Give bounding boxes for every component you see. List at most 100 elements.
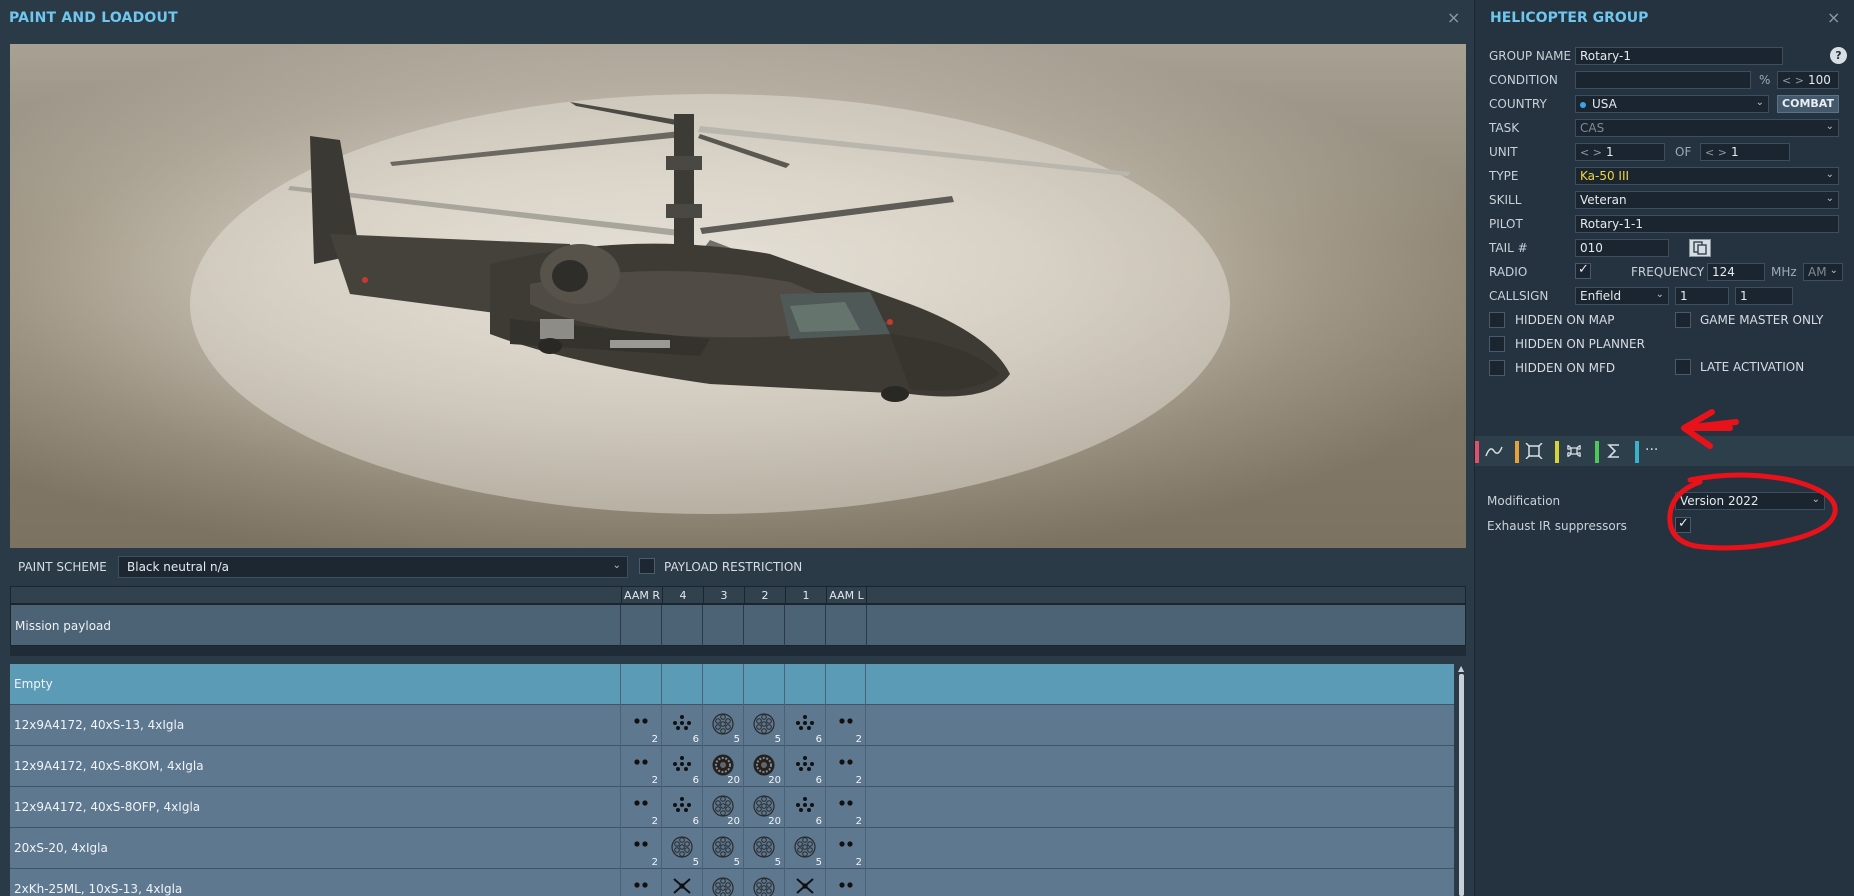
pylon-cell[interactable]: 6: [784, 705, 825, 746]
payload-row[interactable]: 20xS-20, 4xIgla 2 5 5 5 5 2: [10, 828, 1454, 869]
pylon-cell[interactable]: [620, 664, 661, 705]
pylon-cell[interactable]: [743, 664, 784, 705]
group-name-label: GROUP NAME: [1489, 49, 1572, 63]
chevron-down-icon: ⌄: [1825, 169, 1834, 180]
pilot-input[interactable]: Rotary-1-1: [1575, 215, 1839, 233]
pylon-cell[interactable]: 20: [702, 787, 743, 828]
callsign-number-2[interactable]: 1: [1735, 287, 1793, 305]
hidden-on-map-checkbox[interactable]: [1489, 312, 1505, 328]
weapon-count: 2: [855, 734, 862, 745]
mission-editor-window: PAINT AND LOADOUT × PAINT SCHEME Black n…: [0, 0, 1854, 896]
pylon-cell[interactable]: [661, 664, 702, 705]
pylon-cell[interactable]: 2: [825, 705, 866, 746]
payload-restriction-checkbox[interactable]: [639, 558, 655, 574]
skill-dropdown[interactable]: Veteran ⌄: [1575, 191, 1839, 209]
pylon-cell[interactable]: 6: [661, 705, 702, 746]
close-icon[interactable]: ×: [1827, 8, 1840, 27]
combat-button[interactable]: COMBAT: [1777, 95, 1839, 113]
pylon-cell[interactable]: 2: [825, 787, 866, 828]
tab-color-stripe: [1475, 441, 1479, 463]
hidden-on-mfd-checkbox[interactable]: [1489, 360, 1505, 376]
frequency-input[interactable]: 124: [1707, 263, 1765, 281]
payload-row[interactable]: Empty: [10, 664, 1454, 705]
pylon-cell[interactable]: 6: [661, 787, 702, 828]
tab-route[interactable]: [1475, 438, 1509, 464]
pylon-cell[interactable]: [825, 869, 866, 896]
copy-icon[interactable]: [1689, 239, 1711, 257]
chevron-down-icon: ⌄: [1655, 289, 1664, 300]
tab-more[interactable]: ···: [1635, 438, 1669, 464]
modulation-dropdown[interactable]: AM ⌄: [1803, 263, 1843, 281]
condition-spinner[interactable]: < >100: [1777, 71, 1839, 89]
pylon-cell[interactable]: 20: [743, 787, 784, 828]
mhz-unit: MHz: [1771, 265, 1797, 279]
spinner-arrows-icon[interactable]: < >: [1782, 74, 1804, 87]
tab-commands[interactable]: [1555, 438, 1589, 464]
radio-checkbox[interactable]: [1575, 262, 1591, 279]
weapon-count: 5: [774, 734, 781, 745]
weapon-missile-icon: [670, 877, 694, 895]
scrollbar-thumb[interactable]: [1459, 674, 1464, 896]
pylon-cell[interactable]: 2: [620, 787, 661, 828]
game-master-only-checkbox[interactable]: [1675, 312, 1691, 328]
tab-summary[interactable]: [1595, 438, 1629, 464]
payload-row[interactable]: 12x9A4172, 40xS-8OFP, 4xIgla 2 6 20 20 6 2: [10, 787, 1454, 828]
type-dropdown[interactable]: Ka-50 III ⌄: [1575, 167, 1839, 185]
paint-scheme-dropdown[interactable]: Black neutral n/a ⌄: [118, 556, 628, 578]
weapon-pair-icon: [629, 754, 653, 772]
weapon-rocketpod-dark-icon: [711, 754, 735, 776]
exhaust-ir-suppressors-checkbox[interactable]: [1675, 516, 1691, 533]
hidden-on-planner-checkbox[interactable]: [1489, 336, 1505, 352]
pylon-cell[interactable]: 20: [702, 746, 743, 787]
late-activation-checkbox[interactable]: [1675, 359, 1691, 375]
payload-scrollbar[interactable]: ▲: [1457, 664, 1466, 896]
pylon-cell[interactable]: 5: [702, 705, 743, 746]
pylon-cell[interactable]: [784, 869, 825, 896]
pylon-cell[interactable]: 6: [661, 746, 702, 787]
pylon-cell[interactable]: 2: [825, 746, 866, 787]
callsign-dropdown[interactable]: Enfield ⌄: [1575, 287, 1669, 305]
spinner-arrows-icon[interactable]: < >: [1580, 146, 1602, 159]
pylon-cell[interactable]: 2: [620, 746, 661, 787]
pylon-cell[interactable]: 2: [825, 828, 866, 869]
pylon-cell[interactable]: [661, 869, 702, 896]
pylon-cell[interactable]: 5: [743, 828, 784, 869]
pylon-cell[interactable]: [702, 664, 743, 705]
payload-row[interactable]: 2xKh-25ML, 10xS-13, 4xIgla: [10, 869, 1454, 896]
tab-triggers[interactable]: [1515, 438, 1549, 464]
tail-number-input[interactable]: 010: [1575, 239, 1669, 257]
task-dropdown[interactable]: CAS ⌄: [1575, 119, 1839, 137]
group-name-input[interactable]: Rotary-1: [1575, 47, 1783, 65]
pylon-cell[interactable]: 5: [743, 705, 784, 746]
pylon-cell[interactable]: [620, 869, 661, 896]
spinner-arrows-icon[interactable]: < >: [1705, 146, 1727, 159]
pylon-cell[interactable]: [784, 664, 825, 705]
pylon-cell[interactable]: [825, 664, 866, 705]
paint-scheme-row: PAINT SCHEME Black neutral n/a ⌄ PAYLOAD…: [10, 556, 1466, 578]
unit-spinner[interactable]: < >1: [1575, 143, 1665, 161]
help-icon[interactable]: ?: [1830, 47, 1847, 64]
payload-row[interactable]: 12x9A4172, 40xS-8KOM, 4xIgla 2 6 20 20 6 2: [10, 746, 1454, 787]
pylon-cell[interactable]: 2: [620, 705, 661, 746]
close-icon[interactable]: ×: [1447, 8, 1460, 27]
payload-row[interactable]: 12x9A4172, 40xS-13, 4xIgla 2 6 5 5 6 2: [10, 705, 1454, 746]
of-spinner[interactable]: < >1: [1700, 143, 1790, 161]
weapon-count: 20: [727, 816, 740, 827]
weapon-count: 20: [768, 816, 781, 827]
game-master-only-label: GAME MASTER ONLY: [1700, 313, 1824, 327]
pylon-cell[interactable]: 2: [620, 828, 661, 869]
modification-dropdown[interactable]: Version 2022 ⌄: [1675, 492, 1825, 510]
weapon-rocketpod-icon: [711, 836, 735, 858]
pylon-cell[interactable]: 5: [702, 828, 743, 869]
pylon-cell[interactable]: 5: [784, 828, 825, 869]
pylon-cell[interactable]: [702, 869, 743, 896]
condition-input[interactable]: [1575, 71, 1751, 89]
country-dropdown[interactable]: USA ⌄: [1575, 95, 1769, 113]
pylon-cell[interactable]: 6: [784, 787, 825, 828]
pylon-cell[interactable]: 20: [743, 746, 784, 787]
callsign-number-1[interactable]: 1: [1675, 287, 1729, 305]
pylon-cell[interactable]: 6: [784, 746, 825, 787]
pylon-cell[interactable]: 5: [661, 828, 702, 869]
scroll-up-icon[interactable]: ▲: [1458, 664, 1464, 673]
pylon-cell[interactable]: [743, 869, 784, 896]
